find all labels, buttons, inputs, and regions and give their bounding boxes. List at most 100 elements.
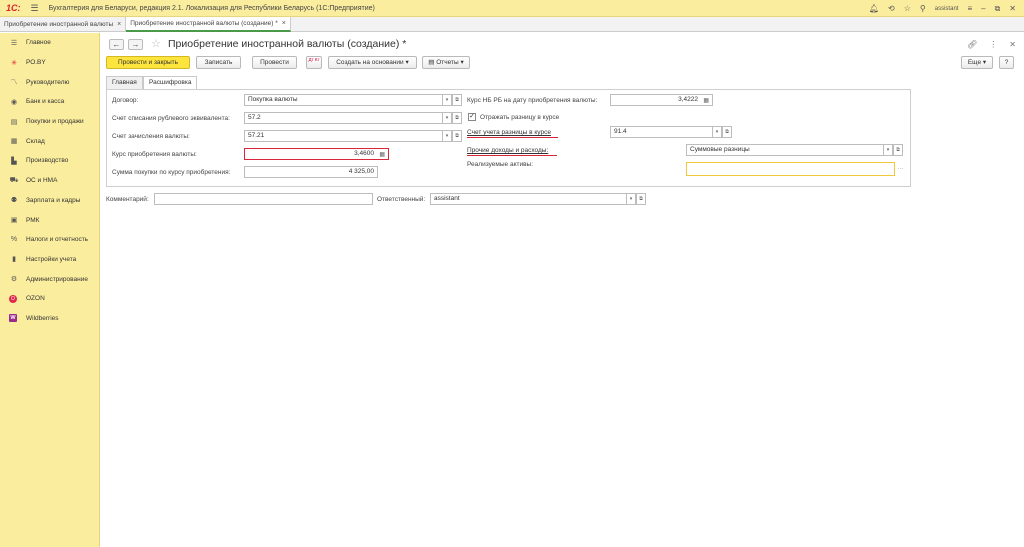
sold-assets-field[interactable]: [686, 162, 895, 176]
sidebar-item-bank[interactable]: ◉ Банк и касса: [0, 92, 99, 112]
contract-field[interactable]: Покупка валюты: [244, 94, 443, 106]
other-income-label: Прочие доходы и расходы:: [467, 147, 549, 154]
sidebar-item-warehouse[interactable]: ▦ Склад: [0, 131, 99, 151]
tab-main[interactable]: Главная: [106, 76, 143, 89]
bell-icon[interactable]: 🔔︎: [869, 4, 879, 13]
diff-account-open-button[interactable]: ⧉: [722, 126, 732, 138]
more-vertical-icon[interactable]: ⋮: [989, 40, 997, 49]
sidebar-item-accounting-settings[interactable]: ▮ Настройки учета: [0, 250, 99, 270]
close-tab-icon[interactable]: ×: [282, 20, 286, 27]
responsible-dropdown[interactable]: ▾: [626, 193, 636, 205]
register-icon: ▣: [10, 217, 18, 225]
more-button[interactable]: Еще ▾: [961, 56, 993, 69]
search-icon[interactable]: ⚲: [920, 4, 926, 13]
other-income-error-underline: [467, 155, 557, 156]
nb-rate-field[interactable]: 3,4222 ▦: [610, 94, 713, 106]
sidebar-item-wildberries[interactable]: W Wildberries: [0, 309, 99, 329]
restore-icon[interactable]: ⧉: [995, 4, 1001, 14]
credit-account-label: Счет зачисления валюты:: [112, 133, 190, 140]
link-icon[interactable]: 🔗︎: [967, 40, 977, 49]
help-button[interactable]: ?: [999, 56, 1014, 69]
create-based-on-button[interactable]: Создать на основании ▾: [328, 56, 417, 69]
sold-assets-select-icon[interactable]: …: [897, 164, 904, 171]
sidebar-item-ro-by[interactable]: ✳ РО.BY: [0, 53, 99, 73]
contract-dropdown[interactable]: ▾: [442, 94, 452, 106]
responsible-field[interactable]: assistant: [430, 193, 627, 205]
debit-account-field[interactable]: 57.2: [244, 112, 443, 124]
favorites-star-icon[interactable]: ☆: [904, 4, 911, 13]
percent-icon: %: [10, 236, 18, 244]
contract-open-button[interactable]: ⧉: [452, 94, 462, 106]
settings-doc-icon: ▮: [12, 256, 16, 264]
diff-account-dropdown[interactable]: ▾: [712, 126, 722, 138]
back-button[interactable]: ←: [109, 39, 124, 50]
close-icon[interactable]: ✕: [1009, 4, 1016, 13]
debit-account-label: Счет списания рублевого эквивалента:: [112, 115, 230, 122]
comment-label: Комментарий:: [106, 196, 149, 203]
contract-label: Договор:: [112, 97, 139, 104]
sidebar-item-taxes[interactable]: % Налоги и отчетность: [0, 230, 99, 250]
sidebar-item-director[interactable]: 〽 Руководителю: [0, 72, 99, 92]
gear-icon: ⚙: [10, 276, 18, 284]
calculator-icon[interactable]: ▦: [703, 96, 709, 105]
favorite-star-icon[interactable]: ☆: [151, 37, 161, 50]
sidebar-item-administration[interactable]: ⚙ Администрирование: [0, 269, 99, 289]
other-income-dropdown[interactable]: ▾: [883, 144, 893, 156]
sidebar-item-label: Зарплата и кадры: [26, 196, 81, 204]
sidebar-item-rmk[interactable]: ▣ РМК: [0, 210, 99, 230]
nb-rate-label: Курс НБ РБ на дату приобретения валюты:: [467, 97, 598, 104]
reflect-diff-label: Отражать разницу в курсе: [480, 114, 560, 121]
responsible-open-button[interactable]: ⧉: [636, 193, 646, 205]
diff-account-error-underline: [467, 137, 558, 138]
minimize-icon[interactable]: –: [981, 4, 985, 13]
other-income-open-button[interactable]: ⧉: [893, 144, 903, 156]
app-title: Бухгалтерия для Беларуси, редакция 2.1. …: [48, 4, 375, 12]
diff-account-field[interactable]: 91.4: [610, 126, 713, 138]
sold-assets-label: Реализуемые активы:: [467, 161, 534, 168]
reports-icon: ▤: [428, 59, 435, 66]
title-bar: 1С: ☰ Бухгалтерия для Беларуси, редакция…: [0, 0, 1024, 17]
close-form-icon[interactable]: ✕: [1009, 40, 1016, 49]
sidebar-item-assets[interactable]: ⛟ ОС и НМА: [0, 171, 99, 191]
main-menu-icon[interactable]: ☰: [31, 3, 39, 14]
settings-lines-icon[interactable]: ≡: [967, 4, 972, 13]
menu-icon: ☰: [10, 39, 18, 47]
post-and-close-button[interactable]: Провести и закрыть: [106, 56, 190, 69]
credit-account-dropdown[interactable]: ▾: [442, 130, 452, 142]
open-tab-label: Приобретение иностранной валюты: [4, 21, 114, 28]
save-button[interactable]: Записать: [196, 56, 241, 69]
nb-rate-value: 3,4222: [678, 96, 698, 103]
current-user[interactable]: assistant: [935, 6, 959, 12]
history-icon[interactable]: ⟲: [888, 4, 895, 13]
sidebar-item-payroll[interactable]: ⚉ Зарплата и кадры: [0, 191, 99, 211]
sidebar-item-ozon[interactable]: O OZON: [0, 289, 99, 309]
reflect-diff-checkbox[interactable]: ✓: [468, 113, 476, 121]
sidebar-item-main[interactable]: ☰ Главное: [0, 33, 99, 53]
open-windows-bar: Приобретение иностранной валюты × Приобр…: [0, 17, 1024, 32]
close-tab-icon[interactable]: ×: [117, 21, 121, 28]
sidebar-item-label: Банк и касса: [26, 98, 65, 106]
debit-account-open-button[interactable]: ⧉: [452, 112, 462, 124]
reports-button[interactable]: ▤ Отчеты ▾: [422, 56, 470, 69]
open-tab-list[interactable]: Приобретение иностранной валюты ×: [0, 17, 127, 32]
open-tab-label: Приобретение иностранной валюты (создани…: [130, 20, 278, 27]
credit-account-field[interactable]: 57.21: [244, 130, 443, 142]
sidebar-item-label: Wildberries: [26, 314, 59, 322]
sidebar-item-production[interactable]: ▙ Производство: [0, 151, 99, 171]
sum-field[interactable]: 4 325,00: [244, 166, 378, 178]
other-income-field[interactable]: Суммовые разницы: [686, 144, 884, 156]
person-icon: ⚉: [10, 197, 18, 205]
tab-details[interactable]: Расшифровка: [143, 76, 198, 90]
dt-kt-button[interactable]: Дт Кт: [306, 56, 322, 69]
forward-button[interactable]: →: [128, 39, 143, 50]
rate-field[interactable]: 3,4600 ▦: [244, 148, 389, 160]
credit-account-open-button[interactable]: ⧉: [452, 130, 462, 142]
rate-value: 3,4600: [354, 150, 374, 157]
comment-field[interactable]: [154, 193, 373, 205]
calculator-icon[interactable]: ▦: [379, 150, 385, 159]
form-header-actions: 🔗︎ ⋮ ✕: [967, 40, 1016, 49]
debit-account-dropdown[interactable]: ▾: [442, 112, 452, 124]
post-button[interactable]: Провести: [252, 56, 297, 69]
sidebar-item-purchases-sales[interactable]: ▤ Покупки и продажи: [0, 112, 99, 132]
open-tab-document[interactable]: Приобретение иностранной валюты (создани…: [126, 17, 291, 32]
